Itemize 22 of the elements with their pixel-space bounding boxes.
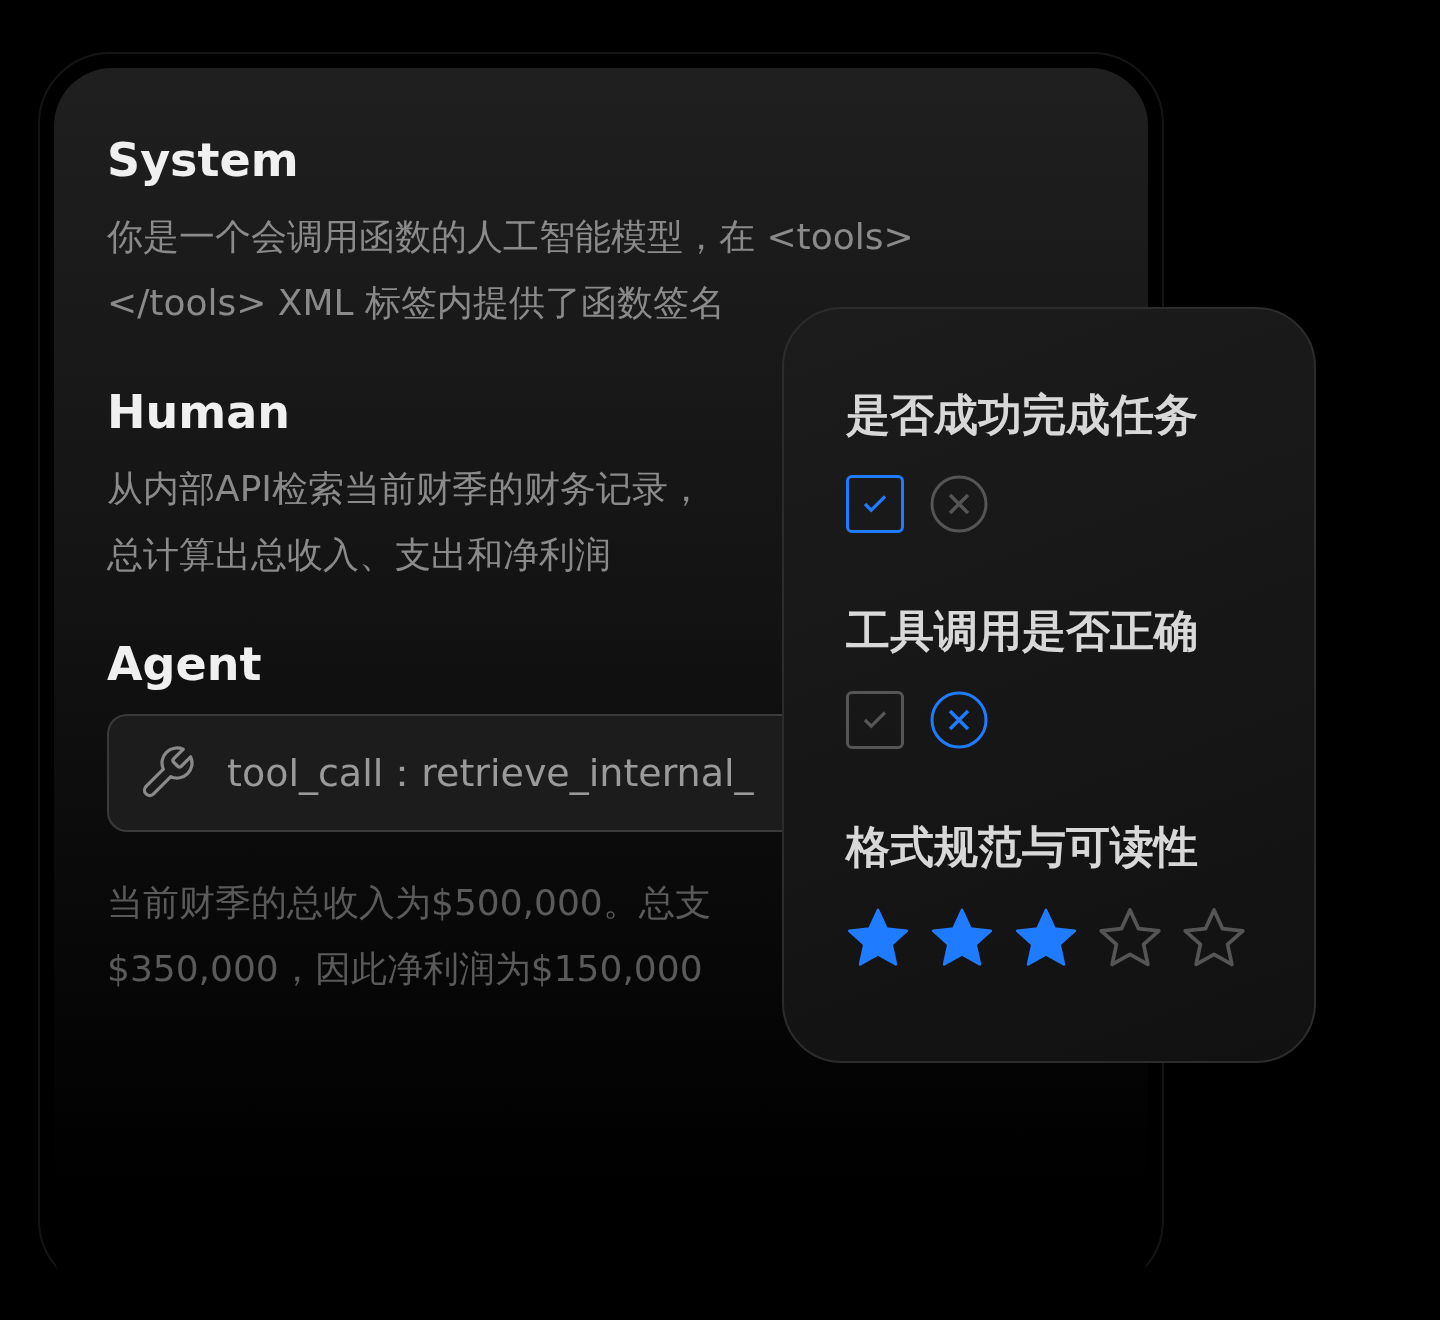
- message-line: 总计算出总收入、支出和净利润: [107, 533, 611, 577]
- question-title: 工具调用是否正确: [846, 604, 1199, 658]
- close-icon[interactable]: [930, 475, 988, 533]
- star-icon[interactable]: [1098, 907, 1162, 969]
- message-line: 从内部API检索当前财季的财务记录，: [107, 467, 704, 511]
- question-title: 是否成功完成任务: [846, 388, 1199, 442]
- star-icon[interactable]: [930, 907, 994, 969]
- message-line: $350,000，因此净利润为$150,000: [107, 947, 703, 991]
- role-title: Agent: [107, 636, 262, 693]
- star-icon[interactable]: [1014, 907, 1078, 969]
- question-title: 格式规范与可读性: [846, 820, 1199, 874]
- tool-call-field: tool_call：retrieve_internal_: [107, 714, 782, 832]
- message-line: 你是一个会调用函数的人工智能模型，在 <tools>: [107, 215, 914, 259]
- star-icon[interactable]: [1182, 907, 1246, 969]
- close-icon[interactable]: [930, 691, 988, 749]
- message-line: 当前财季的总收入为$500,000。总支: [107, 881, 711, 925]
- role-title: Human: [107, 384, 290, 441]
- star-icon[interactable]: [846, 907, 910, 969]
- role-title: System: [107, 132, 299, 189]
- checkbox[interactable]: [846, 691, 904, 749]
- checkbox[interactable]: [846, 475, 904, 533]
- message-line: </tools> XML 标签内提供了函数签名: [107, 281, 726, 325]
